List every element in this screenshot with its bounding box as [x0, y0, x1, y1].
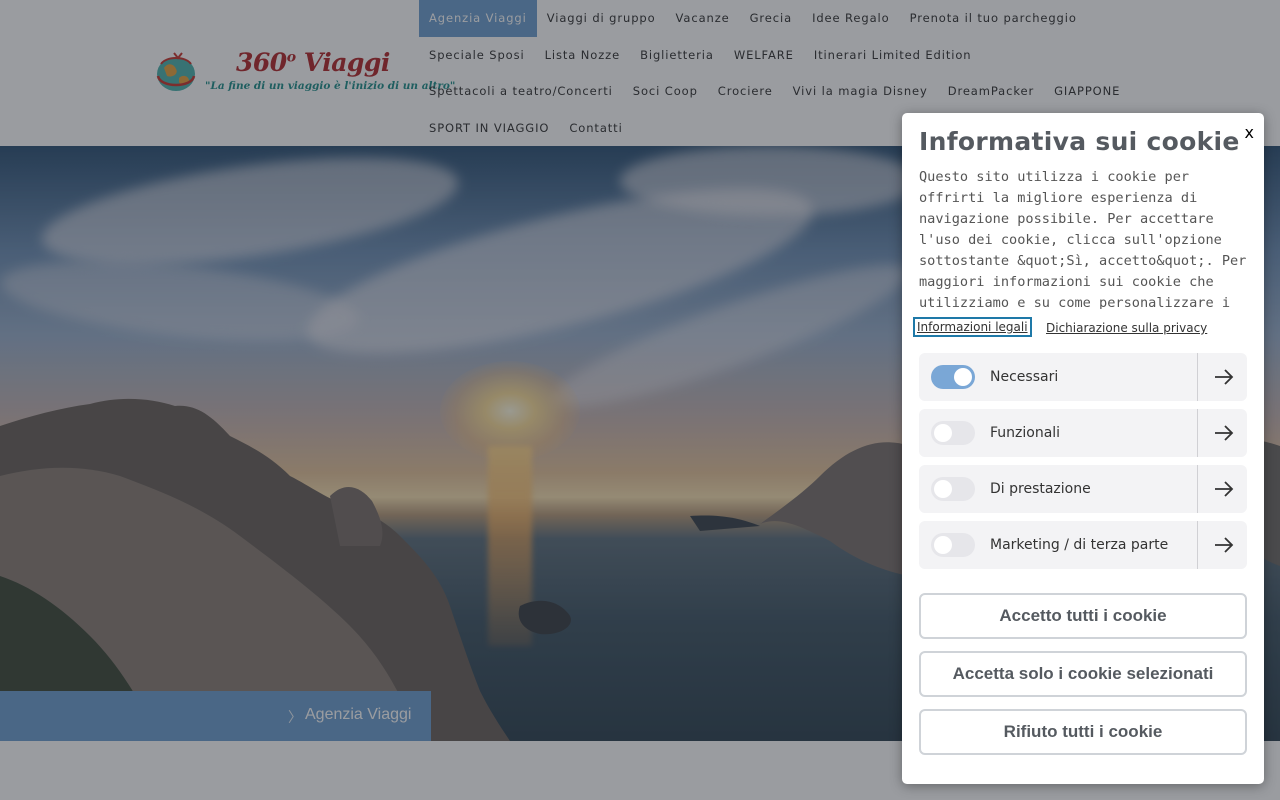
category-label: Di prestazione — [990, 481, 1091, 497]
cookie-category-necessary[interactable]: Necessari — [919, 353, 1247, 401]
category-label: Marketing / di terza parte — [990, 537, 1169, 553]
arrow-right-icon[interactable] — [1211, 476, 1237, 502]
privacy-statement-link[interactable]: Dichiarazione sulla privacy — [1046, 321, 1207, 335]
cookie-category-functional[interactable]: Funzionali — [919, 409, 1247, 457]
cookie-category-performance[interactable]: Di prestazione — [919, 465, 1247, 513]
divider — [1197, 465, 1198, 513]
arrow-right-icon[interactable] — [1211, 420, 1237, 446]
cookie-consent-dialog: x Informativa sui cookie Questo sito uti… — [902, 113, 1264, 784]
divider — [1197, 521, 1198, 569]
divider — [1197, 409, 1198, 457]
accept-all-button[interactable]: Accetto tutti i cookie — [919, 593, 1247, 639]
dialog-links: Informazioni legali Dichiarazione sulla … — [913, 317, 1251, 341]
category-label: Necessari — [990, 369, 1059, 385]
arrow-right-icon[interactable] — [1211, 532, 1237, 558]
toggle-knob — [954, 368, 972, 386]
toggle-knob — [934, 536, 952, 554]
category-label: Funzionali — [990, 425, 1061, 441]
toggle-knob — [934, 424, 952, 442]
functional-toggle[interactable] — [931, 421, 975, 445]
dialog-description: Questo sito utilizza i cookie per offrir… — [919, 169, 1247, 309]
legal-info-link[interactable]: Informazioni legali — [913, 317, 1032, 337]
dialog-title: Informativa sui cookie — [919, 127, 1240, 156]
accept-selected-button[interactable]: Accetta solo i cookie selezionati — [919, 651, 1247, 697]
toggle-knob — [934, 480, 952, 498]
marketing-toggle[interactable] — [931, 533, 975, 557]
arrow-right-icon[interactable] — [1211, 364, 1237, 390]
cookie-category-marketing[interactable]: Marketing / di terza parte — [919, 521, 1247, 569]
divider — [1197, 353, 1198, 401]
close-button[interactable]: x — [1245, 123, 1254, 142]
reject-all-button[interactable]: Rifiuto tutti i cookie — [919, 709, 1247, 755]
necessary-toggle[interactable] — [931, 365, 975, 389]
performance-toggle[interactable] — [931, 477, 975, 501]
